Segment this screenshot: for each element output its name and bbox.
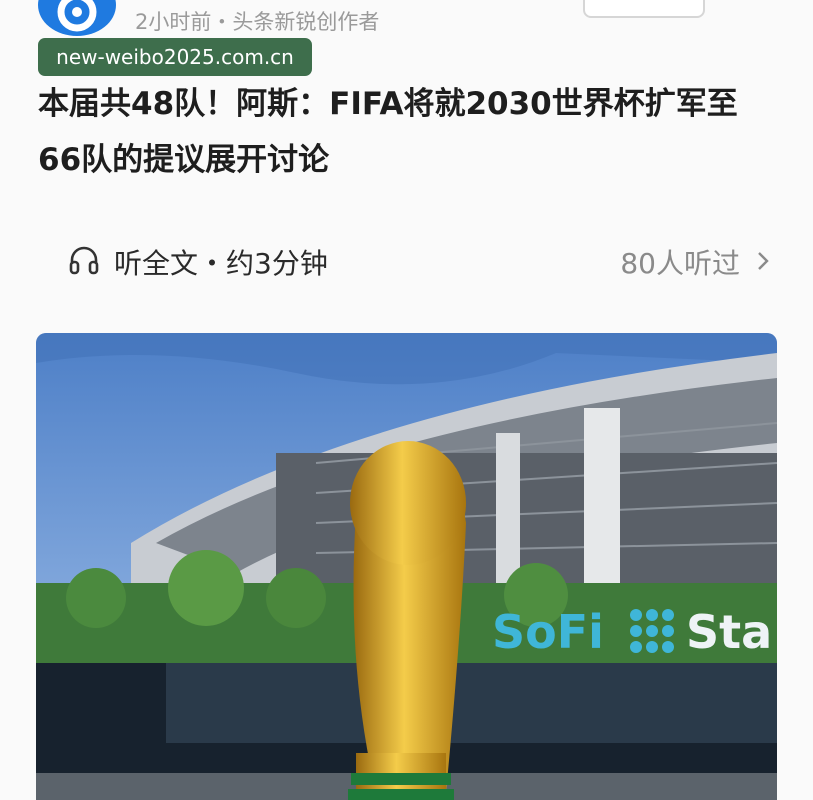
svg-text:SoFi: SoFi [492, 605, 604, 659]
watermark: new-weibo2025.com.cn [38, 38, 312, 76]
listen-full-text-row[interactable]: 听全文・约3分钟 80人听过 [38, 236, 778, 286]
article-title: 本届共48队！阿斯：FIFA将就2030世界杯扩军至66队的提议展开讨论 [38, 86, 738, 178]
headphone-icon [69, 246, 99, 275]
author-meta: 2小时前・头条新锐创作者 [135, 10, 380, 34]
listen-label: 听全文・约3分钟 [114, 247, 328, 280]
listen-count: 80人听过 [620, 247, 740, 280]
article-image[interactable]: SoFi Sta [36, 333, 777, 800]
follow-button[interactable] [583, 0, 705, 18]
chevron-right-icon [758, 252, 769, 270]
author-avatar[interactable] [38, 0, 116, 36]
svg-text:Sta: Sta [686, 605, 772, 659]
